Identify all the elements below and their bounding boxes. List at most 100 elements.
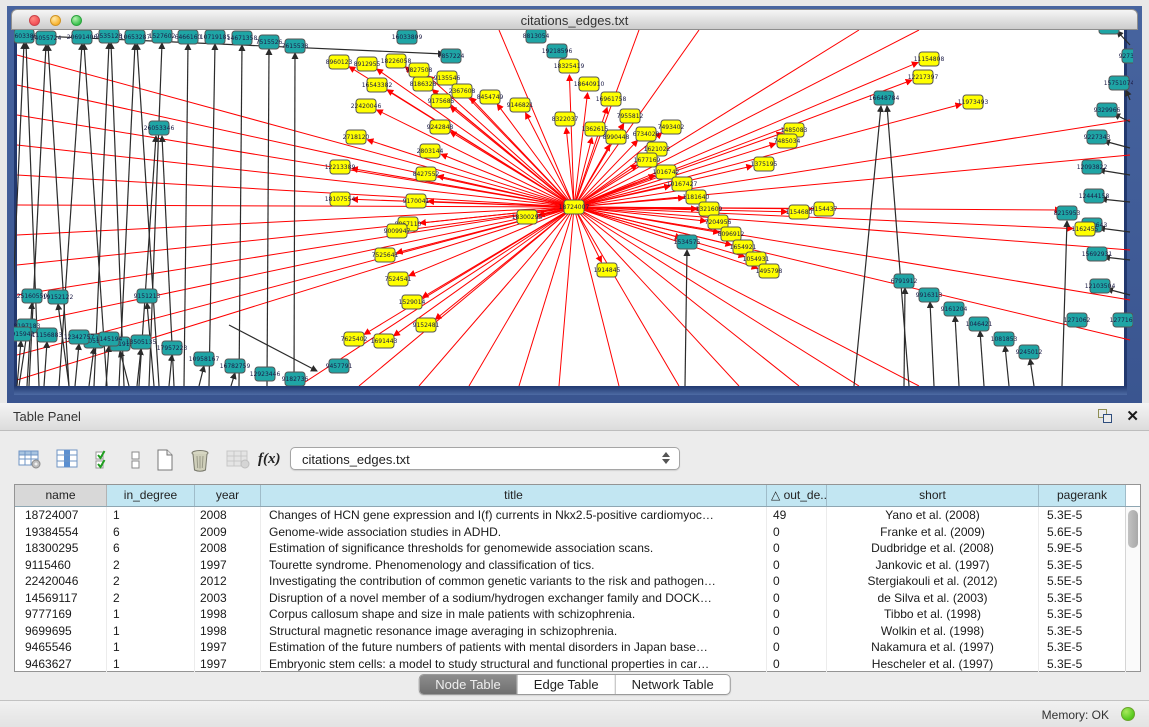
table-cell[interactable]: 9465546	[15, 639, 107, 656]
column-header-short[interactable]: short	[827, 485, 1039, 506]
graph-edge[interactable]	[685, 250, 687, 386]
graph-edge[interactable]	[519, 207, 574, 386]
table-row[interactable]: 1872400712008Changes of HCN gene express…	[15, 507, 1140, 524]
table-row[interactable]: 1938455462009Genome-wide association stu…	[15, 524, 1140, 541]
table-cell[interactable]: 1997	[195, 639, 261, 656]
table-cell[interactable]: 2	[107, 557, 195, 574]
table-cell[interactable]: 9699695	[15, 623, 107, 640]
graph-edge[interactable]	[854, 106, 881, 386]
table-cell[interactable]: Hescheler et al. (1997)	[827, 656, 1039, 673]
table-cell[interactable]: 5.3E-5	[1039, 623, 1126, 640]
rows-icon[interactable]	[130, 449, 142, 476]
graph-edge[interactable]	[1030, 359, 1034, 386]
table-cell[interactable]: 9777169	[15, 606, 107, 623]
graph-node[interactable]: 26053346	[144, 121, 175, 135]
table-cell[interactable]: 5.3E-5	[1039, 656, 1126, 673]
table-cell[interactable]: 0	[767, 540, 827, 557]
graph-node[interactable]: 6791912	[891, 274, 918, 288]
graph-node[interactable]: 9242848	[427, 120, 454, 134]
table-cell[interactable]: 1997	[195, 656, 261, 673]
graph-edge[interactable]	[1126, 90, 1130, 100]
graph-node[interactable]: 8096912	[718, 227, 745, 241]
table-cell[interactable]: 0	[767, 639, 827, 656]
graph-node[interactable]: 9175685	[428, 94, 455, 108]
table-cell[interactable]: Estimation of the future numbers of pati…	[261, 639, 767, 656]
table-cell[interactable]: 5.3E-5	[1039, 507, 1126, 524]
table-cell[interactable]: Yano et al. (2008)	[827, 507, 1039, 524]
table-cell[interactable]: 1	[107, 656, 195, 673]
table-cell[interactable]: 5.3E-5	[1039, 590, 1126, 607]
graph-node[interactable]: 1914845	[594, 263, 621, 277]
graph-edge[interactable]	[169, 355, 172, 386]
graph-node[interactable]: 12103504	[1085, 279, 1116, 293]
graph-node[interactable]: 7615538	[282, 39, 309, 53]
graph-edge[interactable]	[409, 207, 574, 276]
graph-node[interactable]: 9152481	[413, 318, 440, 332]
graph-node[interactable]: 1154680	[786, 205, 813, 219]
graph-node[interactable]: 8813054	[523, 30, 550, 43]
graph-node[interactable]: 9161204	[941, 302, 968, 316]
table-cell[interactable]: de Silva et al. (2003)	[827, 590, 1039, 607]
graph-node[interactable]: 16033809	[392, 30, 423, 44]
graph-node[interactable]: 1046421	[966, 317, 993, 331]
table-cell[interactable]: Dudbridge et al. (2008)	[827, 540, 1039, 557]
graph-node[interactable]: 9151213	[134, 289, 161, 303]
graph-node[interactable]: 12217397	[908, 70, 939, 84]
table-cell[interactable]: Embryonic stem cells: a model to study s…	[261, 656, 767, 673]
column-header-title[interactable]: title	[261, 485, 767, 506]
table-cell[interactable]: 2012	[195, 573, 261, 590]
table-cell[interactable]: 5.3E-5	[1039, 606, 1126, 623]
table-cell[interactable]: 5.5E-5	[1039, 573, 1126, 590]
graph-node[interactable]: 9227343	[1084, 130, 1111, 144]
table-cell[interactable]: 1998	[195, 606, 261, 623]
graph-node[interactable]: 7515526	[256, 35, 283, 49]
graph-node[interactable]: 1145194	[96, 332, 123, 346]
table-cell[interactable]: 1	[107, 606, 195, 623]
graph-edge[interactable]	[574, 207, 619, 386]
table-cell[interactable]: 1	[107, 639, 195, 656]
column-header-out_de[interactable]: △ out_de...	[767, 485, 827, 506]
column-header-name[interactable]: name	[15, 485, 107, 506]
trash-icon[interactable]	[190, 449, 210, 477]
table-cell[interactable]: 5.9E-5	[1039, 540, 1126, 557]
graph-edge[interactable]	[574, 207, 859, 386]
graph-edge[interactable]	[1005, 346, 1009, 386]
table-cell[interactable]: 1	[107, 507, 195, 524]
graph-node[interactable]: 22420046	[351, 99, 382, 113]
close-panel-icon[interactable]: ✕	[1126, 407, 1139, 425]
graph-node[interactable]: 10653287	[120, 30, 151, 44]
function-builder-icon[interactable]: f(x)	[258, 451, 281, 468]
graph-node[interactable]: 2367608	[449, 84, 476, 98]
graph-node[interactable]: 12093822	[1077, 160, 1108, 174]
graph-node[interactable]: 8427552	[413, 167, 440, 181]
graph-node[interactable]: 2718120	[343, 130, 370, 144]
graph-node[interactable]: 8990448	[603, 130, 630, 144]
table-cell[interactable]: Stergiakouli et al. (2012)	[827, 573, 1039, 590]
table-cell[interactable]: Structural magnetic resonance image aver…	[261, 623, 767, 640]
new-document-icon[interactable]	[156, 449, 174, 476]
graph-node[interactable]: 1677169	[634, 153, 661, 167]
table-cell[interactable]: 9115460	[15, 557, 107, 574]
graph-node[interactable]: 9182736	[282, 372, 309, 386]
table-cell[interactable]: 18300295	[15, 540, 107, 557]
graph-node[interactable]: 1321609	[696, 202, 723, 216]
graph-node[interactable]: 15751074	[1104, 76, 1133, 90]
table-row[interactable]: 1456911722003Disruption of a novel membe…	[15, 590, 1140, 607]
graph-node[interactable]: 11154808	[914, 52, 945, 66]
graph-node[interactable]: 9329966	[1094, 103, 1121, 117]
tab-network-table[interactable]: Network Table	[616, 675, 730, 694]
graph-node[interactable]: 8912955	[354, 57, 381, 71]
graph-node[interactable]: 12213389	[325, 160, 356, 174]
table-cell[interactable]: Corpus callosum shape and size in male p…	[261, 606, 767, 623]
graph-edge[interactable]	[239, 45, 242, 386]
graph-node[interactable]: 11973493	[958, 95, 989, 109]
graph-node[interactable]: 19218596	[542, 44, 573, 58]
graph-edge[interactable]	[559, 207, 574, 386]
graph-node[interactable]: 9827508	[406, 63, 433, 77]
column-header-year[interactable]: year	[195, 485, 261, 506]
table-cell[interactable]: 2003	[195, 590, 261, 607]
graph-node[interactable]: 7625402	[341, 332, 368, 346]
graph-node[interactable]: 1495798	[756, 264, 783, 278]
graph-node[interactable]: 7857224	[438, 49, 465, 63]
graph-edge[interactable]	[120, 351, 129, 386]
